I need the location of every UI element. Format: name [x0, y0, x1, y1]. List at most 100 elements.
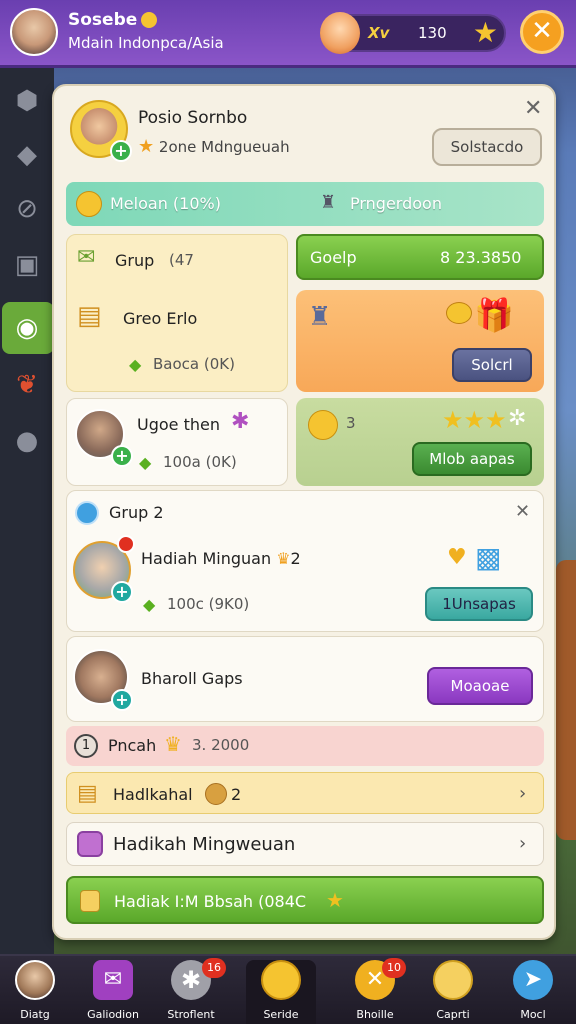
frame-icon[interactable]: ▣ [10, 248, 44, 282]
coin-icon [446, 302, 472, 324]
player-name: Sosebe [68, 10, 158, 30]
player-name-text: Sosebe [68, 10, 138, 30]
group2-item-text: Hadiah Minguan [141, 549, 272, 568]
rewards-panel: + Posio Sornbo ★ 2one Mdngueuah ✕ Solsta… [52, 84, 556, 940]
stars-icon: ★★★ [442, 406, 507, 434]
nav-item-map[interactable]: ➤ Mocl [498, 960, 568, 1024]
chevron-right-icon: › [519, 783, 527, 804]
tag-icon[interactable]: ◆ [10, 138, 44, 172]
star-icon: ★ [472, 16, 498, 49]
left-sidebar: ⬢ ◆ ⊘ ▣ ◉ ❦ ● [0, 68, 54, 954]
robot-icon: ♜ [320, 192, 337, 213]
gift-icon: 🎁 [474, 296, 514, 334]
star-icon: ★ [326, 888, 344, 912]
puzzle-icon [77, 831, 103, 857]
bottom-nav: Diatg ✉ Galiodion ✱ 16 Stroflent Seride … [0, 954, 576, 1024]
smiley-icon [433, 960, 473, 1000]
crosshair-icon[interactable]: ⊘ [10, 192, 44, 226]
gaps-label: Bharoll Gaps [141, 669, 243, 688]
friend-amount: 100a (0K) [163, 453, 237, 471]
gem-icon: ◆ [129, 355, 142, 374]
nav-item-social[interactable]: Caprti [418, 960, 488, 1024]
close-button[interactable]: ✕ [520, 10, 564, 54]
notification-badge: 16 [202, 958, 226, 978]
top-action-button[interactable]: Solstacdo [432, 128, 542, 166]
hadlkahal-label: Hadlkahal [113, 785, 193, 804]
nav-label: Diatg [20, 1008, 50, 1021]
rank-number: 1 [74, 734, 98, 758]
group2-item-count: 2 [290, 549, 301, 568]
rating-card[interactable]: 3 ★★★ ✲ Mlob aapas [296, 398, 544, 486]
nav-item-settings[interactable]: ✱ 16 Stroflent [156, 958, 226, 1024]
gem-icon: ◆ [139, 453, 152, 472]
rating-button[interactable]: Mlob aapas [412, 442, 532, 476]
currency-display[interactable]: Xv 130 ★ [320, 12, 506, 54]
nav-label: Seride [263, 1008, 299, 1021]
goelp-value: 8 23.3850 [440, 248, 522, 267]
teal-banner[interactable]: Meloan (10%) ♜ Prngerdoon [66, 182, 544, 226]
chest-icon [80, 890, 100, 912]
mascot-icon [320, 12, 360, 54]
gaps-row[interactable]: + Bharoll Gaps Moaoae [66, 636, 544, 722]
nav-item-battle[interactable]: ✕ 10 Bhoille [340, 958, 410, 1024]
sparkle-icon: ✲ [508, 406, 527, 431]
smiley-icon [76, 191, 102, 217]
top-bar: Sosebe Mdain Indonpca/Asia Xv 130 ★ ✕ [0, 0, 576, 68]
star-icon: ★ [138, 136, 155, 157]
robot-icon: ♜ [308, 302, 332, 332]
add-icon[interactable]: + [111, 581, 133, 603]
hadlkahal-value: 2 [231, 785, 242, 804]
group2-title: Grup 2 [109, 503, 164, 522]
chevron-right-icon: › [519, 833, 527, 854]
group2-button[interactable]: 1Unsapas [425, 587, 533, 621]
group2-card[interactable]: Grup 2 ✕ + Hadiah Minguan ♛2 ◆ 100c (9K0… [66, 490, 544, 632]
group2-item: Hadiah Minguan ♛2 [141, 549, 301, 568]
group-amount: Baoca (0K) [153, 355, 235, 373]
coin-icon [141, 12, 158, 28]
profile-icon [15, 960, 55, 1000]
nav-label: Mocl [520, 1008, 546, 1021]
friend-card[interactable]: + Ugoe then ✱ ◆ 100a (0K) [66, 398, 288, 486]
mail-icon: ✉ [93, 960, 133, 1000]
target-icon[interactable]: ◉ [10, 311, 44, 345]
fish-icon: ➤ [513, 960, 553, 1000]
group-item: Greo Erlo [123, 309, 198, 328]
add-icon[interactable]: + [111, 445, 133, 467]
info-icon [75, 501, 99, 525]
smiley-icon [308, 410, 338, 440]
panel-close-icon[interactable]: ✕ [524, 96, 542, 121]
gem-icon: ◆ [143, 595, 156, 614]
hexagon-icon[interactable]: ⬢ [10, 84, 44, 118]
player-avatar[interactable] [10, 8, 58, 56]
goelp-bar[interactable]: Goelp 8 23.3850 [296, 234, 544, 280]
nav-item-home[interactable]: Seride [246, 960, 316, 1024]
rank-row[interactable]: 1 Pncah ♛ 3. 2000 [66, 726, 544, 766]
weekly-reward-row[interactable]: Hadikah Mingweuan › [66, 822, 544, 866]
heart-icon: ♥ [447, 545, 467, 570]
nav-item-mail[interactable]: ✉ Galiodion [78, 960, 148, 1024]
chest-icon: ▤ [77, 781, 98, 806]
add-icon[interactable]: + [111, 689, 133, 711]
claim-row[interactable]: Hadiak I:M Bbsah (084C ★ [66, 876, 544, 924]
teal-banner-right: Prngerdoon [350, 194, 442, 213]
hadlkahal-row[interactable]: ▤ Hadlkahal 2 › [66, 772, 544, 814]
gift-card[interactable]: ♜ 🎁 Solcrl [296, 290, 544, 392]
rating-count: 3 [346, 414, 356, 432]
gaps-button[interactable]: Moaoae [427, 667, 533, 705]
nav-item-profile[interactable]: Diatg [0, 960, 70, 1024]
currency-value: 130 [418, 24, 447, 42]
gift-card-button[interactable]: Solcrl [452, 348, 532, 382]
group2-close-icon[interactable]: ✕ [515, 501, 530, 522]
add-friend-icon[interactable]: + [110, 140, 132, 162]
leaf-icon[interactable]: ❦ [10, 368, 44, 402]
profile-subtitle: ★ 2one Mdngueuah [138, 136, 290, 157]
smiley-icon [261, 960, 301, 1000]
rank-label: Pncah [108, 736, 157, 755]
coin-icon [205, 783, 227, 805]
group2-amount: 100c (9K0) [167, 595, 250, 613]
nav-label: Galiodion [87, 1008, 139, 1021]
goelp-label: Goelp [310, 248, 357, 267]
circle-icon[interactable]: ● [10, 424, 44, 458]
group-count: (47 [169, 251, 194, 269]
group-card[interactable]: ✉ Grup (47 ▤ Greo Erlo ◆ Baoca (0K) [66, 234, 288, 392]
